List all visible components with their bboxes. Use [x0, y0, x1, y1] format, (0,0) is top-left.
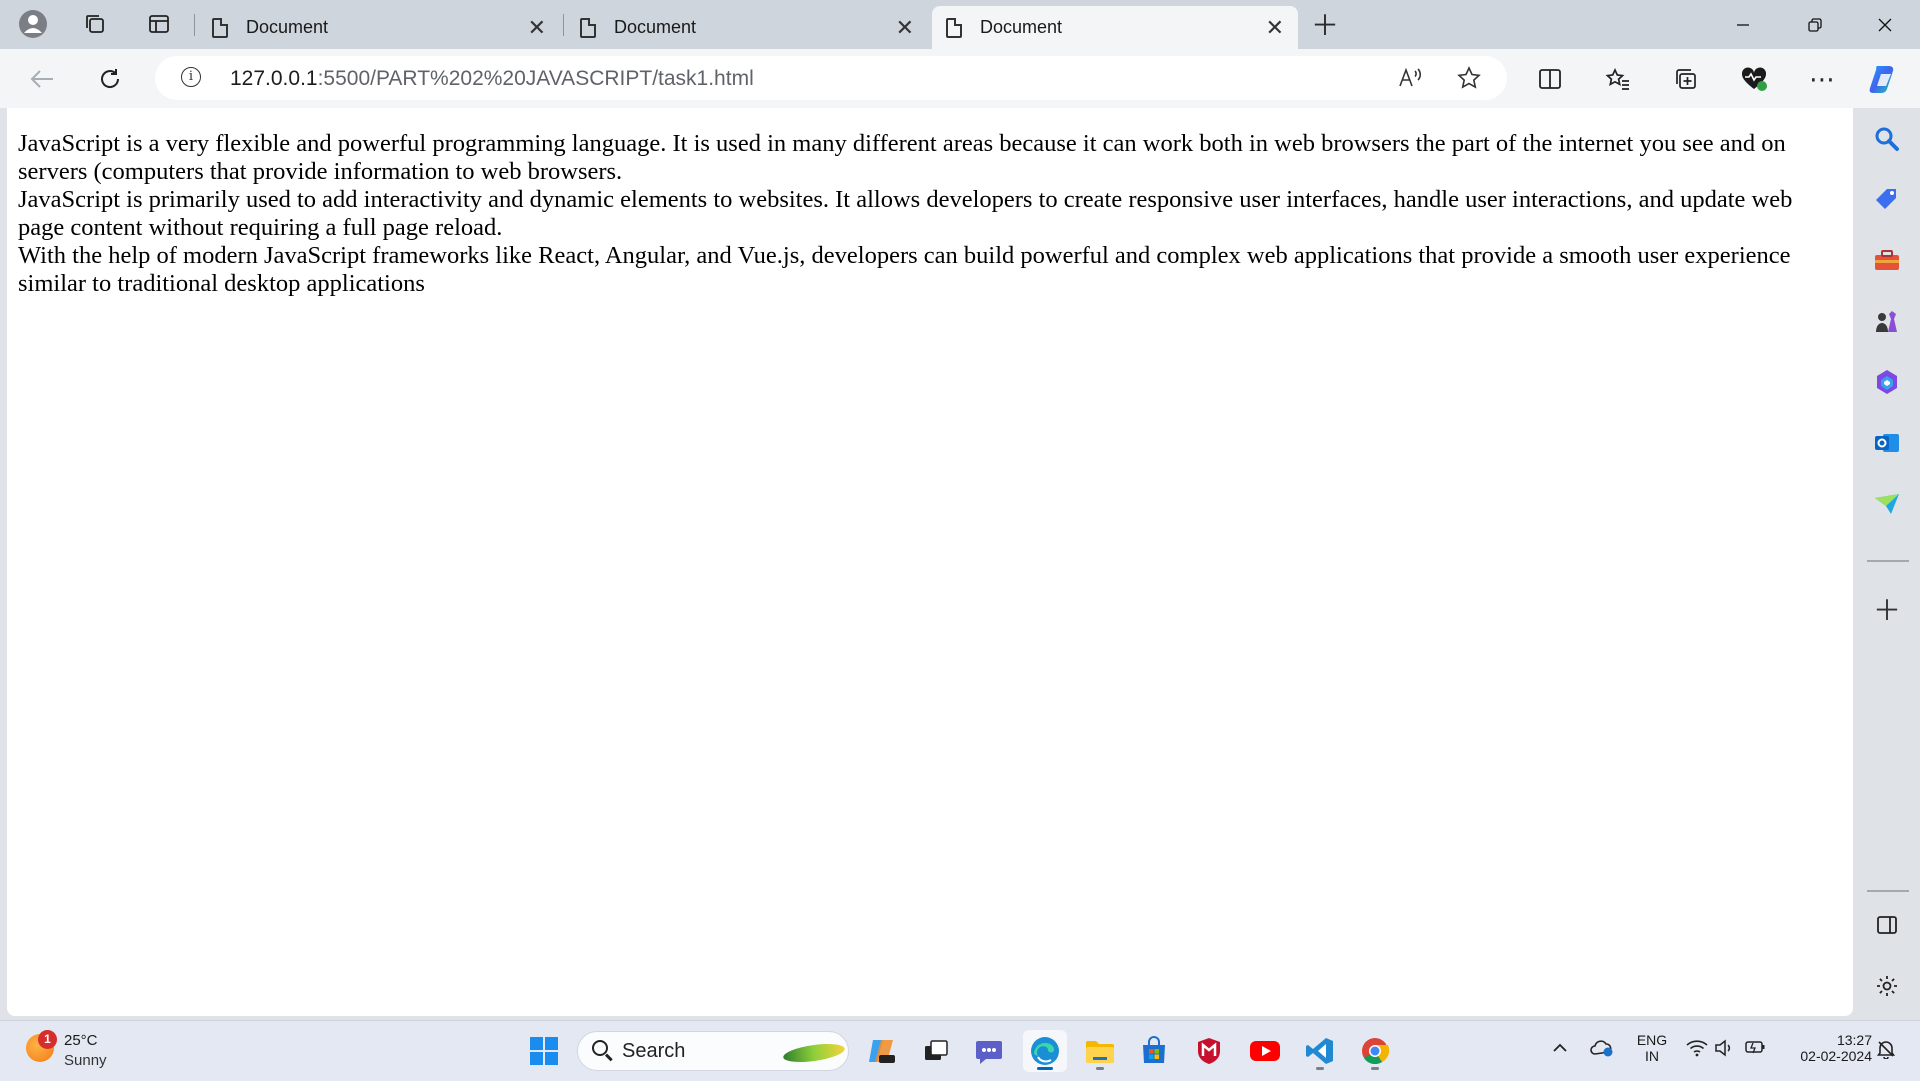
collections-icon[interactable]: [1668, 62, 1704, 96]
chrome-icon[interactable]: [1353, 1030, 1397, 1072]
notifications-bell-icon[interactable]: [1876, 1039, 1896, 1064]
windows-taskbar: 1 25°C Sunny Search ENG IN 13:27 02-02-2…: [0, 1020, 1920, 1081]
favorites-icon[interactable]: [1600, 62, 1636, 96]
weather-condition: Sunny: [64, 1052, 107, 1069]
teams-chat-icon[interactable]: [967, 1030, 1011, 1072]
language-indicator[interactable]: ENG IN: [1634, 1032, 1670, 1064]
tools-briefcase-icon[interactable]: [1870, 243, 1904, 277]
minimize-button[interactable]: [1708, 0, 1778, 49]
active-indicator: [1037, 1067, 1053, 1070]
more-options-icon[interactable]: ⋯: [1804, 62, 1840, 96]
running-indicator: [1096, 1067, 1104, 1070]
tab-separator: [194, 14, 195, 36]
refresh-icon[interactable]: [92, 62, 128, 96]
copilot-icon[interactable]: [1866, 62, 1902, 96]
search-icon[interactable]: [1870, 122, 1904, 156]
edge-browser-icon[interactable]: [1023, 1030, 1067, 1072]
tab-title: Document: [614, 17, 697, 37]
microsoft-store-icon[interactable]: [1132, 1030, 1176, 1072]
wifi-icon[interactable]: [1686, 1039, 1708, 1062]
settings-gear-icon[interactable]: [1870, 969, 1904, 1003]
volume-icon[interactable]: [1714, 1039, 1734, 1062]
shopping-tag-icon[interactable]: [1870, 182, 1904, 216]
task-view-icon[interactable]: [914, 1030, 958, 1072]
tab-title: Document: [246, 17, 329, 37]
onedrive-icon[interactable]: [1590, 1039, 1614, 1062]
search-highlight-image: [782, 1040, 846, 1066]
tab-title: Document: [980, 17, 1063, 37]
profile-icon[interactable]: [14, 7, 52, 41]
info-icon[interactable]: i: [181, 67, 201, 87]
search-icon: [592, 1040, 608, 1056]
tab-actions-icon[interactable]: [140, 7, 178, 41]
microsoft-365-icon[interactable]: [1870, 365, 1904, 399]
url-text[interactable]: 127.0.0.1:5500/PART%202%20JAVASCRIPT/tas…: [230, 67, 754, 91]
close-icon[interactable]: ✕: [528, 16, 546, 39]
send-paper-plane-icon[interactable]: [1870, 487, 1904, 521]
youtube-icon[interactable]: [1243, 1030, 1287, 1072]
mcafee-icon[interactable]: [1187, 1030, 1231, 1072]
browser-essentials-icon[interactable]: [1736, 62, 1772, 96]
web-page-content: JavaScript is a very flexible and powerf…: [7, 108, 1853, 1016]
running-indicator: [1371, 1067, 1379, 1070]
workspaces-icon[interactable]: [76, 7, 114, 41]
close-window-button[interactable]: [1850, 0, 1920, 49]
running-indicator: [1316, 1067, 1324, 1070]
favorite-star-icon[interactable]: [1452, 62, 1486, 94]
games-chess-icon[interactable]: [1870, 304, 1904, 338]
time: 13:27: [1836, 1032, 1872, 1048]
region-code: IN: [1645, 1048, 1659, 1064]
language-code: ENG: [1636, 1032, 1668, 1048]
split-screen-icon[interactable]: [1532, 62, 1568, 96]
close-icon[interactable]: ✕: [896, 16, 914, 39]
url-host: 127.0.0.1: [230, 67, 318, 90]
copilot-preview-app-icon[interactable]: [860, 1030, 904, 1072]
tab-document-2[interactable]: Document ✕: [566, 6, 928, 49]
battery-icon[interactable]: [1744, 1039, 1766, 1060]
url-path: :5500/PART%202%20JAVASCRIPT/task1.html: [317, 67, 754, 90]
address-bar[interactable]: i 127.0.0.1:5500/PART%202%20JAVASCRIPT/t…: [155, 56, 1507, 100]
sidebar-divider: [1867, 890, 1909, 892]
tab-document-3[interactable]: Document ✕: [932, 6, 1298, 49]
tab-document-1[interactable]: Document ✕: [198, 6, 560, 49]
taskbar-search[interactable]: Search: [577, 1031, 849, 1071]
weather-temperature: 25°C: [64, 1032, 98, 1049]
paragraph: With the help of modern JavaScript frame…: [18, 242, 1791, 297]
toolbar: i 127.0.0.1:5500/PART%202%20JAVASCRIPT/t…: [0, 49, 1920, 108]
paragraph: JavaScript is a very flexible and powerf…: [18, 130, 1786, 185]
document-icon: [580, 17, 596, 38]
new-tab-button[interactable]: ＋: [1306, 7, 1344, 41]
notification-badge: 1: [38, 1030, 57, 1049]
document-icon: [212, 17, 228, 38]
outlook-icon[interactable]: [1870, 426, 1904, 460]
edge-sidebar: ＋: [1855, 108, 1920, 1018]
date: 02-02-2024: [1800, 1048, 1872, 1064]
read-aloud-icon[interactable]: [1393, 62, 1427, 94]
add-icon[interactable]: ＋: [1870, 592, 1904, 626]
vs-code-icon[interactable]: [1298, 1030, 1342, 1072]
sidebar-divider: [1867, 560, 1909, 562]
tab-separator: [563, 14, 564, 36]
chevron-up-icon[interactable]: [1552, 1039, 1568, 1060]
restore-button[interactable]: [1780, 0, 1850, 49]
page-body-text: JavaScript is a very flexible and powerf…: [18, 130, 1838, 298]
file-explorer-icon[interactable]: [1078, 1030, 1122, 1072]
start-button[interactable]: [522, 1030, 566, 1072]
back-arrow-icon[interactable]: [24, 62, 60, 96]
sidebar-panel-icon[interactable]: [1870, 908, 1904, 942]
search-label: Search: [622, 1040, 686, 1062]
tab-strip: Document ✕ Document ✕ Document ✕ ＋: [0, 0, 1920, 49]
close-icon[interactable]: ✕: [1266, 16, 1284, 39]
paragraph: JavaScript is primarily used to add inte…: [18, 186, 1793, 241]
clock[interactable]: 13:27 02-02-2024: [1782, 1032, 1872, 1064]
document-icon: [946, 17, 962, 38]
